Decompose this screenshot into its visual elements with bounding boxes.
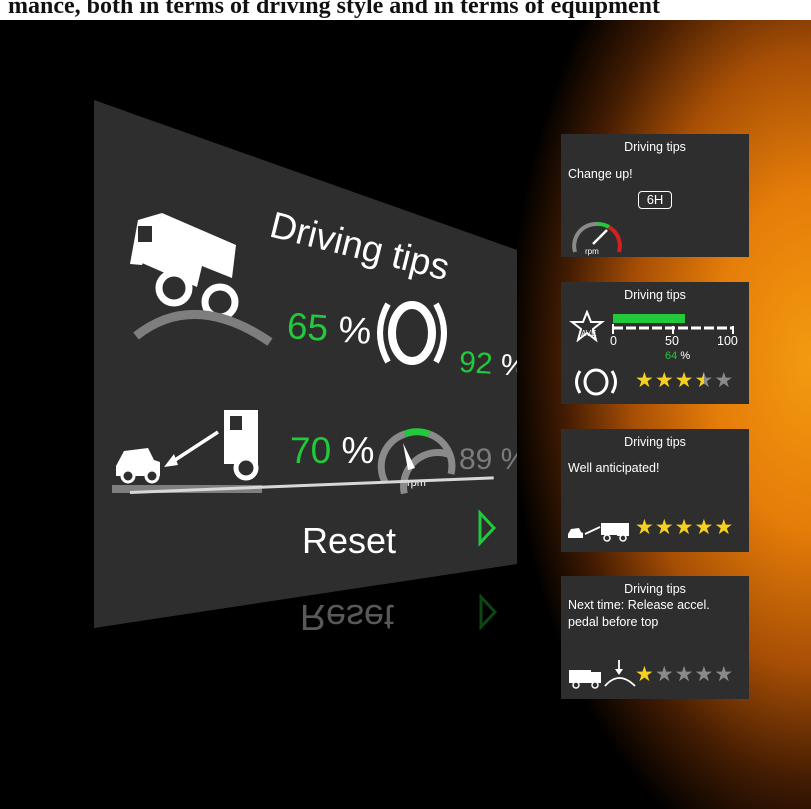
play-arrow-reflection-icon [479, 594, 498, 630]
scale-max: 100 [717, 334, 738, 348]
star-filled-icon: ★ [714, 516, 735, 539]
rating-stars: ★★★★★ [635, 368, 734, 393]
rpm-percent-sign: % [341, 430, 375, 471]
average-percent-value: 64 [665, 350, 678, 362]
star-empty-icon: ★ [654, 663, 675, 686]
rating-stars: ★★★★★ [635, 515, 734, 540]
truck-on-hill-icon [130, 213, 273, 346]
star-empty-icon: ★ [714, 369, 735, 392]
car-truck-distance-icon [568, 523, 629, 542]
average-percent-sign: % [680, 350, 691, 362]
brake-disc-icon [377, 301, 447, 365]
brake-score-value: 92 [457, 345, 494, 381]
ave-label: AVE [581, 329, 597, 338]
scale-min: 0 [610, 334, 617, 348]
star-filled-icon: ★ [694, 516, 715, 539]
rpm-label: rpm [585, 247, 599, 256]
gear-indicator: 6H [638, 191, 672, 209]
tip-card-release-accel: Driving tips Next time: Release accel. p… [561, 576, 749, 699]
tip-card-average: Driving tips AVE 0 50 100 64 % ★★★★★ [561, 282, 749, 404]
rpm-percent: 70 % [290, 430, 374, 472]
tip-card-change-up: Driving tips Change up! 6H rpm [561, 134, 749, 257]
card-message-line2: pedal before top [568, 615, 659, 629]
card-message-line1: Next time: Release accel. [568, 598, 710, 612]
card-message: Next time: Release accel. pedal before t… [568, 597, 710, 631]
brake-percent-value: 65 [285, 305, 330, 349]
star-filled-icon: ★ [674, 369, 695, 392]
reset-reflection: Reset [300, 597, 395, 638]
star-filled-icon: ★ [635, 516, 655, 539]
card-title: Driving tips [624, 140, 686, 154]
car-truck-distance-icon [112, 410, 262, 493]
card-title: Driving tips [624, 288, 686, 302]
play-arrow-icon[interactable] [477, 510, 497, 546]
caption-text: mance, both in terms of driving style an… [8, 0, 660, 19]
caption-strip: mance, both in terms of driving style an… [0, 0, 811, 20]
average-percent: 64 % [665, 350, 690, 362]
brake-percent-sign: % [337, 308, 373, 352]
rating-stars: ★★★★★ [635, 662, 734, 687]
tip-card-well-anticipated: Driving tips Well anticipated! ★★★★★ [561, 429, 749, 552]
star-filled-icon: ★ [654, 369, 675, 392]
star-empty-icon: ★ [674, 663, 695, 686]
star-empty-icon: ★ [714, 663, 735, 686]
brake-disc-icon [575, 368, 617, 396]
star-filled-icon: ★ [635, 663, 655, 686]
star-filled-icon: ★ [654, 516, 675, 539]
card-message: Change up! [568, 167, 633, 181]
reset-button-label[interactable]: Reset [302, 520, 396, 562]
brake-percent: 65 % [286, 305, 373, 353]
card-title: Driving tips [624, 582, 686, 596]
card-message: Well anticipated! [568, 461, 660, 475]
truck-hill-release-icon [569, 660, 636, 689]
average-bar [612, 314, 734, 334]
card-title: Driving tips [624, 435, 686, 449]
star-filled-icon: ★ [674, 516, 695, 539]
star-filled-icon: ★ [635, 369, 655, 392]
star-empty-icon: ★ [694, 663, 715, 686]
star-half-icon: ★ [694, 369, 715, 392]
rpm-gauge-icon: rpm [572, 221, 622, 256]
rpm-score-value: 89 [459, 443, 493, 476]
rpm-percent-value: 70 [290, 430, 332, 471]
scale-mid: 50 [665, 334, 679, 348]
